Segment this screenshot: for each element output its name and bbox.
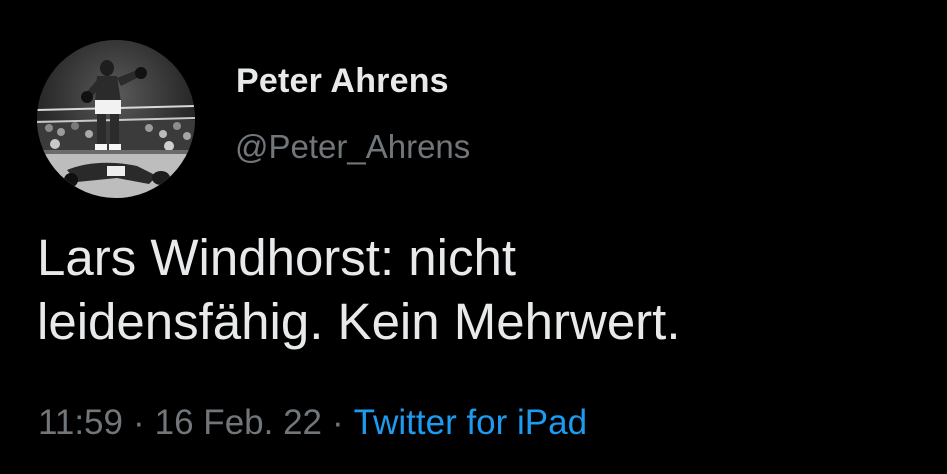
boxing-photo-avatar-image [37,40,195,198]
meta-separator: · [133,403,145,442]
user-handle[interactable]: @Peter_Ahrens [235,128,470,166]
tweet-source-link[interactable]: Twitter for iPad [354,403,587,442]
meta-separator: · [332,403,344,442]
avatar[interactable] [37,40,195,198]
tweet-date[interactable]: 16 Feb. 22 [155,403,322,442]
display-name[interactable]: Peter Ahrens [236,62,449,101]
tweet-card: Peter Ahrens @Peter_Ahrens Lars Windhors… [0,0,947,474]
tweet-text: Lars Windhorst: nicht leidensfähig. Kein… [37,229,681,350]
tweet-meta: 11:59 · 16 Feb. 22 · Twitter for iPad [38,403,587,443]
tweet-time[interactable]: 11:59 [38,403,123,442]
